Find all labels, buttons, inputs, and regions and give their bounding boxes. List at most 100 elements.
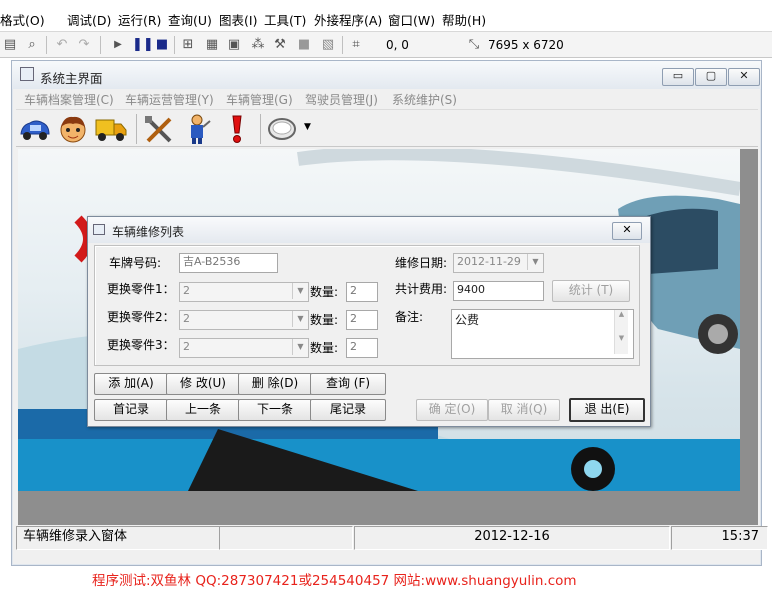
note-field[interactable]: 公费: [451, 309, 634, 359]
chevron-down-icon[interactable]: ▼: [527, 254, 543, 270]
menu-vehicle-management[interactable]: 车辆管理(G): [226, 91, 293, 108]
alert-icon[interactable]: [220, 113, 254, 145]
driver-icon[interactable]: [56, 113, 90, 145]
first-record-button[interactable]: 首记录: [94, 399, 168, 421]
ide-menu-tools[interactable]: 工具(T): [264, 10, 306, 29]
dialog-titlebar[interactable]: 车辆维修列表 ✕: [88, 217, 650, 243]
prev-record-button[interactable]: 上一条: [166, 399, 240, 421]
cancel-button[interactable]: 取 消(Q): [488, 399, 560, 421]
main-window-title: 系统主界面: [40, 71, 103, 86]
total-cost-field[interactable]: 9400: [453, 281, 544, 301]
qty3-label: 数量:: [310, 341, 339, 355]
qty3-field[interactable]: 2: [346, 338, 378, 358]
qty2-label: 数量:: [310, 313, 339, 327]
break-icon[interactable]: ❚❚: [132, 37, 154, 53]
status-time: 15:37: [671, 526, 768, 550]
exit-button[interactable]: 退 出(E): [569, 398, 645, 422]
edit-button[interactable]: 修 改(U): [166, 373, 240, 395]
toolbox-icon[interactable]: ⚒: [272, 37, 288, 53]
car-icon[interactable]: [18, 113, 52, 145]
chevron-down-icon[interactable]: ▼: [292, 283, 308, 299]
end-icon[interactable]: ■: [154, 37, 170, 53]
part2-select[interactable]: 2 ▼: [179, 310, 309, 330]
ide-right-edge: [762, 58, 772, 568]
toolbar-separator: [100, 36, 101, 54]
ide-menu-query[interactable]: 查询(U): [168, 10, 212, 29]
repair-date-picker[interactable]: 2012-11-29 ▼: [453, 253, 544, 273]
client-gray-right: [740, 149, 758, 491]
ide-menu-debug[interactable]: 调试(D): [67, 10, 111, 29]
ide-menu-help[interactable]: 帮助(H): [442, 10, 486, 29]
note-label: 备注:: [395, 310, 424, 324]
app-toolbar: ▼: [16, 109, 758, 147]
size-icon: ⤡: [468, 37, 480, 52]
qty1-label: 数量:: [310, 285, 339, 299]
maximize-button[interactable]: ▢: [695, 68, 727, 86]
toolbar-separator: [174, 36, 175, 54]
ide-menu-format[interactable]: 格式(O): [0, 10, 45, 29]
position-icon: ⌗: [352, 37, 360, 52]
part3-value: 2: [183, 340, 190, 353]
truck-icon[interactable]: [94, 113, 128, 145]
chevron-down-icon[interactable]: ▼: [292, 339, 308, 355]
part1-label: 更换零件1：: [107, 282, 175, 296]
chevron-down-icon[interactable]: ▼: [292, 311, 308, 327]
chevron-down-icon[interactable]: ▼: [304, 122, 311, 132]
undo-icon[interactable]: ↶: [54, 37, 70, 53]
find-icon[interactable]: ⌕: [24, 37, 40, 53]
minimize-button[interactable]: ▭: [662, 68, 694, 86]
plate-field[interactable]: 吉A-B2536: [179, 253, 278, 273]
main-titlebar[interactable]: 系统主界面 ▭ ▢ ✕: [12, 61, 761, 89]
part1-select[interactable]: 2 ▼: [179, 282, 309, 302]
ide-menu-run[interactable]: 运行(R): [118, 10, 161, 29]
footer-credit: 程序测试:双鱼林 QQ:287307421或254540457 网站:www.s…: [92, 573, 577, 589]
note-value: 公费: [455, 313, 480, 327]
ide-menubar: 格式(O) 调试(D) 运行(R) 查询(U) 图表(I) 工具(T) 外接程序…: [0, 0, 772, 32]
confirm-button[interactable]: 确 定(O): [416, 399, 488, 421]
project-explorer-icon[interactable]: ⊞: [180, 37, 196, 53]
part2-value: 2: [183, 312, 190, 325]
query-button[interactable]: 查询 (F): [310, 373, 386, 395]
qty2-field[interactable]: 2: [346, 310, 378, 330]
start-icon[interactable]: ▶: [110, 37, 126, 53]
note-scrollbar[interactable]: ▲ ▼: [614, 310, 628, 354]
form-layout-icon[interactable]: ▣: [226, 37, 242, 53]
ide-menu-window[interactable]: 窗口(W): [388, 10, 435, 29]
ide-menu-addins[interactable]: 外接程序(A): [314, 10, 382, 29]
repair-list-dialog: 车辆维修列表 ✕ 车牌号码: 吉A-B2536 维修日期: 2012-11-29…: [87, 216, 651, 427]
visual-component-icon[interactable]: ▧: [320, 37, 336, 53]
delete-button[interactable]: 删 除(D): [238, 373, 312, 395]
ide-toolbar: ▤ ⌕ ↶ ↷ ▶ ❚❚ ■ ⊞ ▦ ▣ ⁂ ⚒ ■ ▧ ⌗ 0, 0 ⤡ 76…: [0, 32, 772, 58]
menu-vehicle-archive[interactable]: 车辆档案管理(C): [24, 91, 114, 108]
dialog-app-icon: [93, 224, 105, 235]
object-browser-icon[interactable]: ⁂: [250, 37, 266, 53]
app-icon: [20, 67, 34, 81]
menu-driver-management[interactable]: 驾驶员管理(J): [305, 91, 378, 108]
next-record-button[interactable]: 下一条: [238, 399, 312, 421]
app-menubar: 车辆档案管理(C) 车辆运营管理(Y) 车辆管理(G) 驾驶员管理(J) 系统维…: [16, 89, 758, 109]
stat-button[interactable]: 统计 (T): [552, 280, 630, 302]
search-magnifier-icon[interactable]: [266, 113, 300, 145]
last-record-button[interactable]: 尾记录: [310, 399, 386, 421]
toolbar-separator: [136, 114, 137, 144]
dialog-close-button[interactable]: ✕: [612, 222, 642, 240]
repair-date-label: 维修日期:: [395, 256, 448, 270]
paste-icon[interactable]: ▤: [2, 37, 18, 53]
redo-icon[interactable]: ↷: [76, 37, 92, 53]
toolbar-separator: [260, 114, 261, 144]
close-button[interactable]: ✕: [728, 68, 760, 86]
dialog-title: 车辆维修列表: [112, 225, 185, 239]
statusbar: 车辆维修录入窗体 2012-12-16 15:37: [16, 526, 768, 550]
properties-icon[interactable]: ▦: [204, 37, 220, 53]
ide-menu-diagram[interactable]: 图表(I): [219, 10, 257, 29]
tools-icon[interactable]: [142, 113, 176, 145]
menu-system-maintenance[interactable]: 系统维护(S): [392, 91, 457, 108]
add-button[interactable]: 添 加(A): [94, 373, 168, 395]
mechanic-icon[interactable]: [180, 113, 214, 145]
position-readout: 0, 0: [386, 38, 409, 52]
part2-label: 更换零件2：: [107, 310, 175, 324]
data-view-icon[interactable]: ■: [296, 37, 312, 53]
qty1-field[interactable]: 2: [346, 282, 378, 302]
menu-vehicle-operation[interactable]: 车辆运营管理(Y): [125, 91, 214, 108]
part3-select[interactable]: 2 ▼: [179, 338, 309, 358]
